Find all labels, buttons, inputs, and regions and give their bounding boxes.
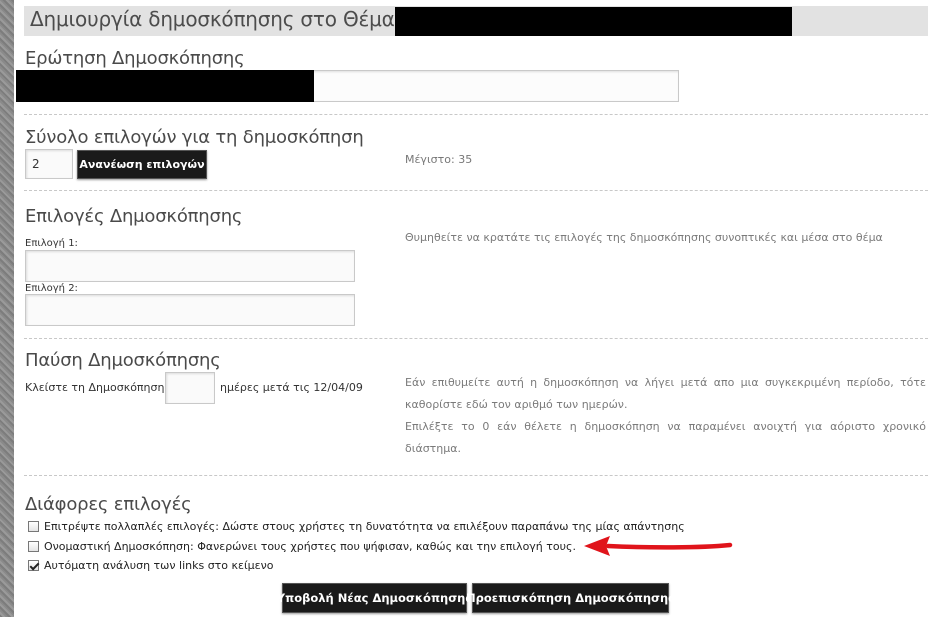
divider [24,190,928,191]
poll-timeout-heading: Παύση Δημοσκόπησης [25,350,221,371]
annotation-arrow-icon [584,536,733,556]
options-count-heading: Σύνολο επιλογών για τη δημοσκόπηση [25,127,364,148]
submit-poll-button[interactable]: Υποβολή Νέας Δημοσκόπησης [277,583,472,613]
divider [24,475,928,476]
left-border-strip [0,0,14,617]
preview-poll-button[interactable]: Προεπισκόπηση Δημοσκόπησης [466,583,675,613]
option-2-label: Επιλογή 2: [25,283,78,294]
options-count-input[interactable]: 2 [25,149,73,179]
redacted-question-text [16,70,314,102]
parse-links-label: Αυτόματη ανάλυση των links στο κείμενο [44,558,274,572]
option-1-input[interactable] [25,250,355,282]
divider [24,114,928,115]
public-poll-checkbox[interactable] [28,540,39,552]
redacted-thread-title [395,7,792,36]
parse-links-checkbox[interactable] [28,559,39,571]
timeout-days-input[interactable] [165,372,215,404]
timeout-hint-2: Επιλέξτε το 0 εάν θέλετε η δημοσκόπηση ν… [405,420,926,455]
divider [24,338,928,339]
days-after-label: ημέρες μετά τις 12/04/09 [220,381,363,394]
public-poll-option[interactable]: Ονομαστική Δημοσκόπηση: Φανερώνει τους χ… [28,538,576,554]
option-1-label: Επιλογή 1: [25,238,78,249]
question-heading: Ερώτηση Δημοσκόπησης [25,48,245,69]
option-2-input[interactable] [25,294,355,326]
misc-options-heading: Διάφορες επιλογές [25,494,192,515]
timeout-hint-1: Εάν επιθυμείτε αυτή η δημοσκόπηση να λήγ… [405,376,926,411]
max-options-text: Μέγιστο: 35 [405,153,473,166]
poll-options-hint: Θυμηθείτε να κρατάτε τις επιλογές της δη… [405,231,883,244]
poll-options-heading: Επιλογές Δημοσκόπησης [25,206,243,227]
close-poll-label: Κλείστε τη Δημοσκόπηση [25,381,165,394]
multiple-choice-checkbox[interactable] [28,520,39,532]
public-poll-label: Ονομαστική Δημοσκόπηση: Φανερώνει τους χ… [44,539,576,553]
page-title: Δημιουργία δημοσκόπησης στο Θέμα [30,7,395,31]
parse-links-option[interactable]: Αυτόματη ανάλυση των links στο κείμενο [28,557,274,573]
refresh-options-button[interactable]: Ανανέωση επιλογών [77,150,207,179]
